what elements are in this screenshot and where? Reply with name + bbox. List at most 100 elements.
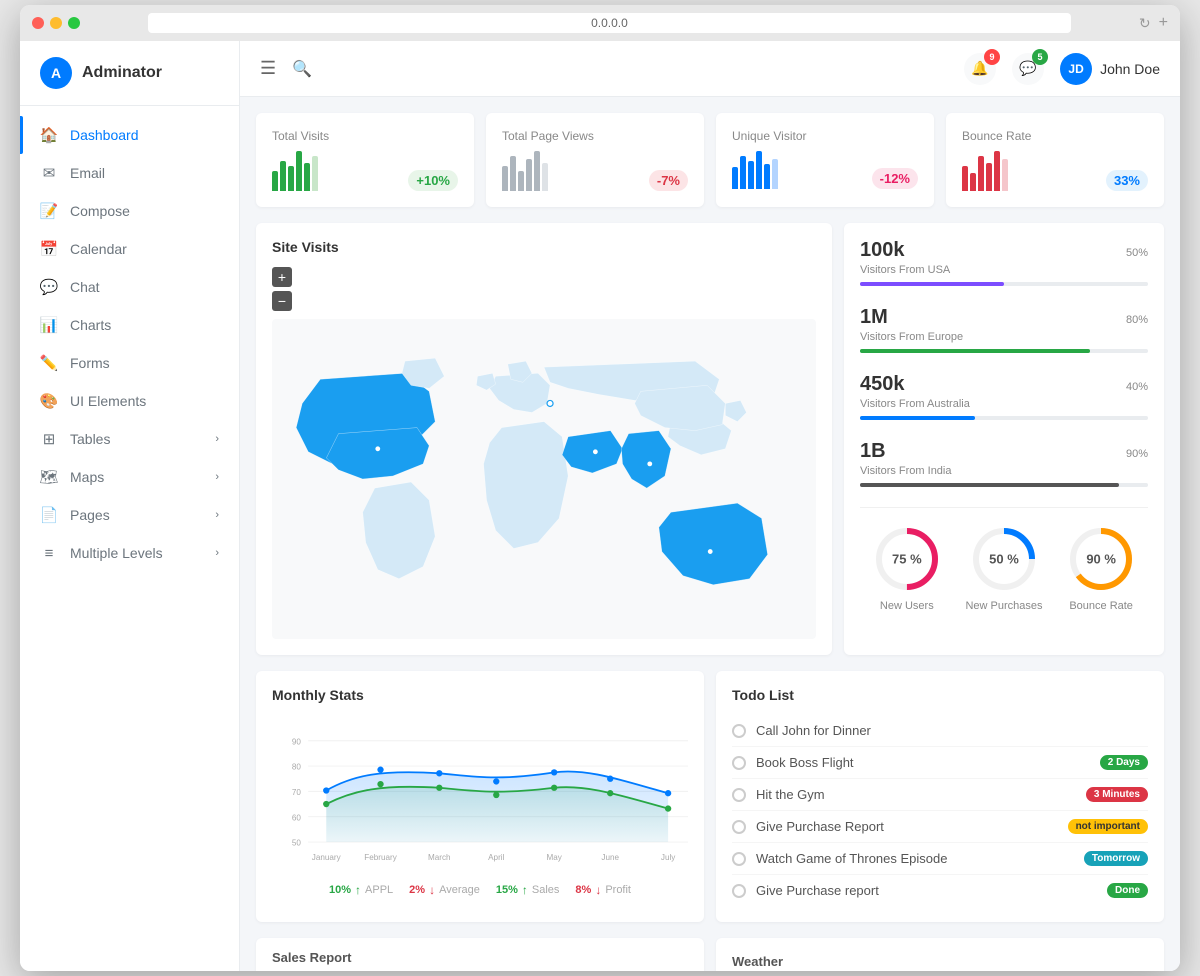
home-icon: 🏠 (40, 126, 58, 144)
pages-icon: 📄 (40, 506, 58, 524)
visitor-pct: 90% (1126, 448, 1148, 460)
bottom-row: Monthly Stats 90 80 (256, 671, 1164, 922)
sidebar-item-ui-elements[interactable]: 🎨 UI Elements (20, 382, 239, 420)
sidebar-item-chat[interactable]: 💬 Chat (20, 268, 239, 306)
visitor-count: 1M (860, 306, 888, 329)
marker-usa[interactable] (375, 446, 381, 452)
legend-pct: 8% (575, 884, 591, 896)
search-icon[interactable]: 🔍 (292, 59, 312, 79)
map-controls: + − (272, 267, 816, 311)
sidebar-item-tables[interactable]: ⊞ Tables › (20, 420, 239, 458)
sidebar-item-label: Dashboard (70, 127, 139, 143)
svg-text:June: June (601, 853, 619, 862)
sidebar-logo: A Adminator (20, 41, 239, 106)
monthly-stats-title: Monthly Stats (272, 687, 688, 703)
sidebar-item-pages[interactable]: 📄 Pages › (20, 496, 239, 534)
legend-item-profit: 8% ↓ Profit (575, 883, 631, 897)
sidebar-item-label: Chat (70, 279, 100, 295)
sidebar-item-multiple-levels[interactable]: ≡ Multiple Levels › (20, 534, 239, 572)
marker-australia[interactable] (707, 549, 713, 555)
levels-icon: ≡ (40, 544, 58, 562)
todo-item: Give Purchase report Done (732, 875, 1148, 906)
stat-card-bounce-rate: Bounce Rate 33% (946, 113, 1164, 207)
chart-dot (436, 770, 442, 776)
chart-legend: 10% ↑ APPL 2% ↓ Average 15% (272, 883, 688, 897)
marker-europe[interactable] (547, 400, 553, 406)
todo-item: Give Purchase Report not important (732, 811, 1148, 843)
close-button[interactable] (32, 17, 44, 29)
world-map[interactable] (272, 319, 816, 639)
legend-pct: 10% (329, 884, 351, 896)
sidebar-item-compose[interactable]: 📝 Compose (20, 192, 239, 230)
visitor-bar (860, 349, 1148, 353)
visitor-row-usa: 100k 50% Visitors From USA (860, 239, 1148, 286)
avatar: JD (1060, 53, 1092, 85)
visitor-row-india: 1B 90% Visitors From India (860, 440, 1148, 487)
minimize-button[interactable] (50, 17, 62, 29)
sidebar-item-maps[interactable]: 🗺 Maps › (20, 458, 239, 496)
stat-bottom: -7% (502, 151, 688, 191)
sidebar-item-charts[interactable]: 📊 Charts (20, 306, 239, 344)
messages-button[interactable]: 💬 5 (1012, 53, 1044, 85)
notifications-button[interactable]: 🔔 9 (964, 53, 996, 85)
todo-checkbox[interactable] (732, 756, 746, 770)
bar (280, 161, 286, 191)
map-zoom-in[interactable]: + (272, 267, 292, 287)
marker-middle-east[interactable] (592, 449, 598, 455)
legend-pct: 15% (496, 884, 518, 896)
country-china (635, 385, 726, 430)
donut-pct: 50 % (989, 552, 1019, 567)
url-bar[interactable]: 0.0.0.0 (148, 13, 1071, 33)
bar (962, 166, 968, 191)
stat-title: Bounce Rate (962, 129, 1148, 143)
visitor-count: 450k (860, 373, 905, 396)
bar (740, 156, 746, 189)
todo-checkbox[interactable] (732, 820, 746, 834)
new-tab-button[interactable]: + (1159, 14, 1168, 32)
todo-checkbox[interactable] (732, 884, 746, 898)
sidebar-item-label: Calendar (70, 241, 127, 257)
donuts-row: 75 % New Users 50 % (860, 507, 1148, 612)
bar (542, 163, 548, 191)
chevron-right-icon: › (215, 433, 219, 445)
bar (986, 163, 992, 191)
chart-dot (665, 790, 671, 796)
chart-dot (493, 792, 499, 798)
country-south-america (363, 482, 436, 579)
stat-bottom: -12% (732, 151, 918, 189)
bar (748, 161, 754, 189)
legend-label: Profit (605, 884, 631, 896)
country-japan (725, 400, 746, 421)
donut-bounce-rate: 90 % Bounce Rate (1066, 524, 1136, 612)
middle-row: Site Visits + − (256, 223, 1164, 655)
traffic-lights (32, 17, 80, 29)
todo-checkbox[interactable] (732, 788, 746, 802)
map-zoom-out[interactable]: − (272, 291, 292, 311)
visitor-row-europe: 1M 80% Visitors From Europe (860, 306, 1148, 353)
sidebar-item-dashboard[interactable]: 🏠 Dashboard (20, 116, 239, 154)
todo-item: Watch Game of Thrones Episode Tomorrow (732, 843, 1148, 875)
sidebar-item-email[interactable]: ✉ Email (20, 154, 239, 192)
stat-card-unique-visitor: Unique Visitor -12% (716, 113, 934, 207)
visitor-pct: 50% (1126, 247, 1148, 259)
chart-area: 90 80 70 60 50 January February March Ap… (272, 715, 688, 875)
todo-text: Watch Game of Thrones Episode (756, 851, 1074, 866)
bar (510, 156, 516, 191)
svg-text:February: February (364, 853, 397, 862)
bar (978, 156, 984, 191)
maximize-button[interactable] (68, 17, 80, 29)
sidebar-item-label: Forms (70, 355, 110, 371)
marker-india[interactable] (647, 461, 653, 467)
brand-name: Adminator (82, 64, 162, 82)
svg-text:March: March (428, 853, 451, 862)
bar (272, 171, 278, 191)
legend-item-sales: 15% ↑ Sales (496, 883, 560, 897)
todo-checkbox[interactable] (732, 724, 746, 738)
user-menu[interactable]: JD John Doe (1060, 53, 1160, 85)
sidebar-item-forms[interactable]: ✏️ Forms (20, 344, 239, 382)
todo-checkbox[interactable] (732, 852, 746, 866)
refresh-icon[interactable]: ↻ (1139, 15, 1151, 32)
sidebar-item-calendar[interactable]: 📅 Calendar (20, 230, 239, 268)
hamburger-icon[interactable]: ☰ (260, 58, 276, 79)
chart-dot (551, 785, 557, 791)
